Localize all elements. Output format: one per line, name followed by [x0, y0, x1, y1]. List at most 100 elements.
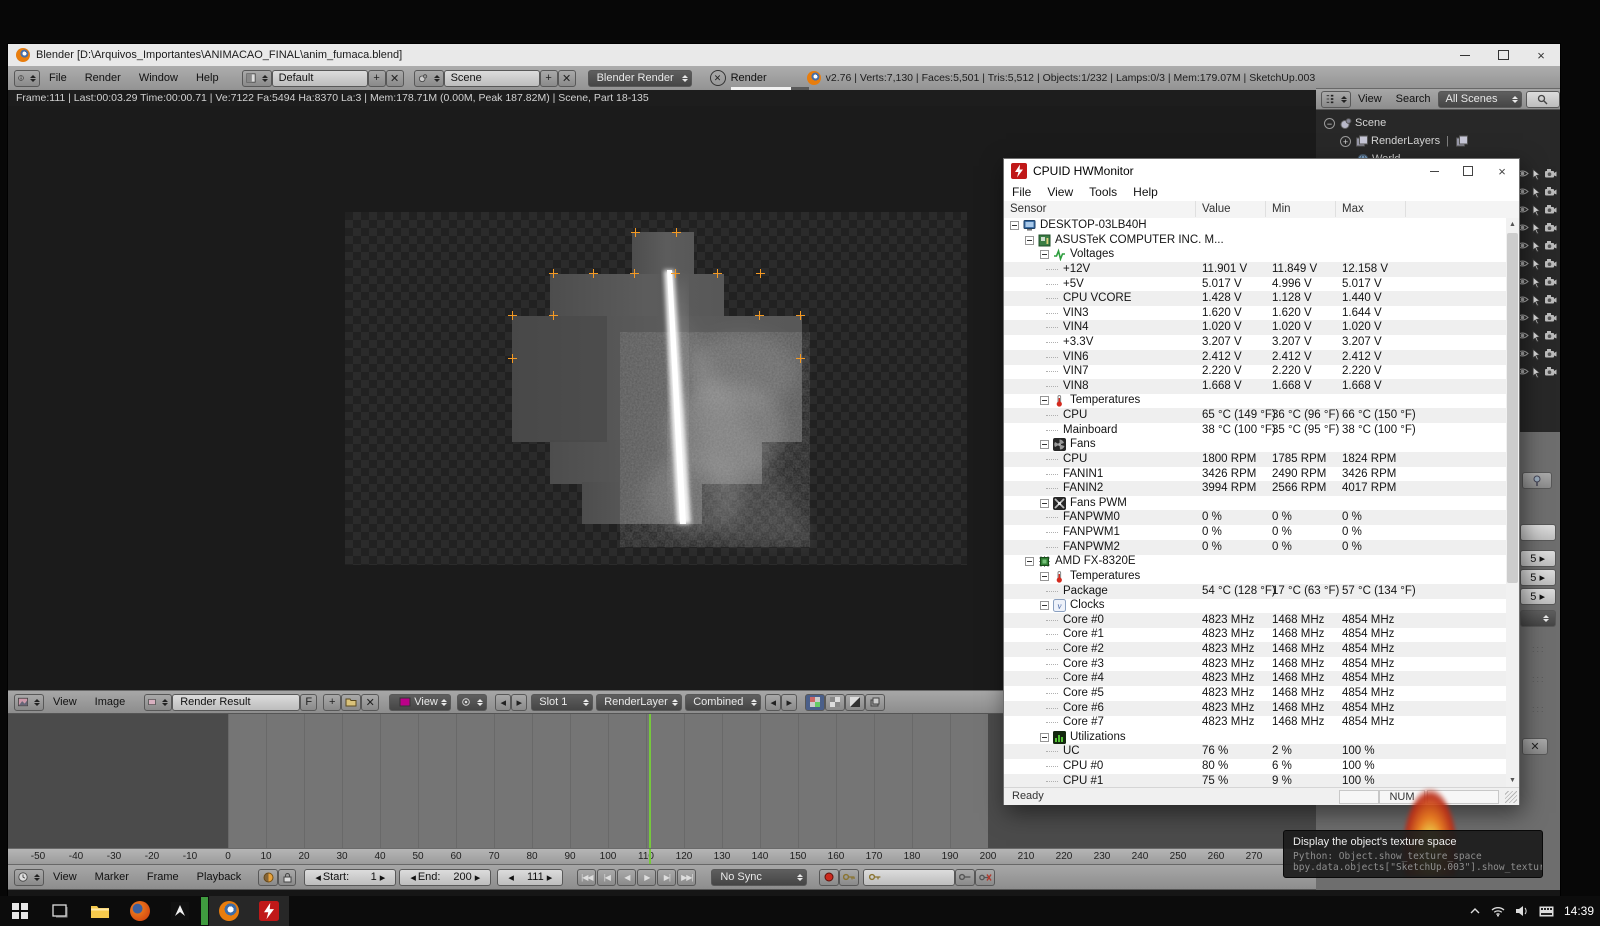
- column-sensor[interactable]: Sensor: [1004, 201, 1196, 217]
- render-pass-dropdown[interactable]: Combined: [685, 694, 761, 711]
- tree-expander-icon[interactable]: [1040, 601, 1049, 610]
- tree-expander-icon[interactable]: [1010, 221, 1019, 230]
- sensor-row[interactable]: AMD FX-8320E: [1004, 554, 1506, 569]
- render-layer-dropdown[interactable]: RenderLayer: [596, 694, 682, 711]
- menu-file[interactable]: File: [40, 66, 76, 90]
- scene-icon-button[interactable]: [414, 70, 444, 87]
- panel-grip[interactable]: :::: [1532, 674, 1546, 684]
- selectable-cursor-icon[interactable]: [1531, 222, 1542, 235]
- tl-menu-playback[interactable]: Playback: [188, 865, 251, 889]
- movie-maker-button[interactable]: [201, 897, 208, 925]
- channel-zbuffer-button[interactable]: [865, 694, 885, 711]
- selectable-cursor-icon[interactable]: [1531, 330, 1542, 343]
- tl-menu-marker[interactable]: Marker: [86, 865, 138, 889]
- play-button[interactable]: ▶: [637, 869, 656, 886]
- render-camera-icon[interactable]: [1544, 258, 1557, 271]
- selectable-cursor-icon[interactable]: [1531, 312, 1542, 325]
- next-keyframe-button[interactable]: ▶|: [657, 869, 676, 886]
- sync-mode-dropdown[interactable]: No Sync: [711, 869, 807, 886]
- size-x-field[interactable]: 5 ▸: [1520, 550, 1556, 567]
- sensor-row[interactable]: Core #14823 MHz1468 MHz4854 MHz: [1004, 627, 1506, 642]
- frame-end-field[interactable]: ◂End:200 ▸: [399, 869, 491, 886]
- sensor-row[interactable]: Temperatures: [1004, 569, 1506, 584]
- firefox-button[interactable]: [120, 896, 160, 926]
- new-image-button[interactable]: +: [323, 694, 341, 711]
- image-datablock-icon[interactable]: [144, 694, 172, 711]
- pin-id-button[interactable]: [1522, 472, 1552, 489]
- hwm-menu-tools[interactable]: Tools: [1081, 185, 1125, 199]
- hwm-minimize-button[interactable]: [1417, 159, 1451, 183]
- size-y-field[interactable]: 5 ▸: [1520, 569, 1556, 586]
- hwm-menu-file[interactable]: File: [1004, 185, 1039, 199]
- render-camera-icon[interactable]: [1544, 294, 1557, 307]
- panel-grip[interactable]: :::: [1532, 644, 1546, 654]
- sensor-row[interactable]: Core #64823 MHz1468 MHz4854 MHz: [1004, 701, 1506, 716]
- sensor-row[interactable]: FANIN23994 RPM2566 RPM4017 RPM: [1004, 481, 1506, 496]
- render-camera-icon[interactable]: [1544, 276, 1557, 289]
- next-slot-button[interactable]: ▸: [511, 694, 527, 711]
- resize-grip[interactable]: [1505, 791, 1517, 803]
- selectable-cursor-icon[interactable]: [1531, 294, 1542, 307]
- expand-icon[interactable]: +: [1340, 136, 1351, 147]
- channel-color-alpha-button[interactable]: [805, 694, 825, 711]
- open-image-button[interactable]: [341, 694, 361, 711]
- sensor-row[interactable]: +12V11.901 V11.849 V12.158 V: [1004, 262, 1506, 277]
- tree-expander-icon[interactable]: [1040, 440, 1049, 449]
- sensor-row[interactable]: Fans PWM: [1004, 496, 1506, 511]
- outliner-menu-view[interactable]: View: [1351, 87, 1389, 111]
- editor-type-info-button[interactable]: [14, 70, 40, 87]
- outliner-filter-dropdown[interactable]: All Scenes: [1438, 91, 1522, 108]
- tree-expander-icon[interactable]: [1025, 557, 1034, 566]
- image-menu-image[interactable]: Image: [86, 690, 135, 714]
- sensor-row[interactable]: +5V5.017 V4.996 V5.017 V: [1004, 277, 1506, 292]
- sensor-row[interactable]: FANPWM20 %0 %0 %: [1004, 540, 1506, 555]
- sensor-row[interactable]: CPU65 °C (149 °F)36 °C (96 °F)66 °C (150…: [1004, 408, 1506, 423]
- tray-expand-icon[interactable]: [1469, 906, 1481, 916]
- sensor-row[interactable]: Core #54823 MHz1468 MHz4854 MHz: [1004, 686, 1506, 701]
- timeline-ruler[interactable]: -50-40-30-20-100102030405060708090100110…: [8, 848, 1316, 865]
- hwm-menu-view[interactable]: View: [1039, 185, 1081, 199]
- hwmonitor-scrollbar[interactable]: ▲ ▼: [1506, 218, 1519, 787]
- screen-layout-field[interactable]: Default: [272, 70, 368, 87]
- tree-expander-icon[interactable]: [1025, 236, 1034, 245]
- sensor-row[interactable]: +3.3V3.207 V3.207 V3.207 V: [1004, 335, 1506, 350]
- sensor-row[interactable]: CPU #080 %6 %100 %: [1004, 759, 1506, 774]
- outliner-menu-search[interactable]: Search: [1389, 87, 1438, 111]
- hwm-maximize-button[interactable]: [1451, 159, 1485, 183]
- sensor-row[interactable]: DESKTOP-03LB40H: [1004, 218, 1506, 233]
- taskbar-clock[interactable]: 14:39: [1564, 904, 1594, 918]
- collapse-icon[interactable]: −: [1324, 118, 1335, 129]
- network-icon[interactable]: [1491, 905, 1505, 917]
- media-player-button[interactable]: [160, 896, 200, 926]
- volume-icon[interactable]: [1515, 905, 1529, 917]
- editor-type-outliner-button[interactable]: [1321, 91, 1351, 108]
- view-mode-dropdown[interactable]: View: [389, 694, 451, 711]
- selectable-cursor-icon[interactable]: [1531, 276, 1542, 289]
- channel-alpha-button[interactable]: [845, 694, 865, 711]
- tl-menu-frame[interactable]: Frame: [138, 865, 188, 889]
- delete-keyframe-button[interactable]: [975, 869, 995, 886]
- sensor-row[interactable]: Core #44823 MHz1468 MHz4854 MHz: [1004, 671, 1506, 686]
- sensor-row[interactable]: CPU1800 RPM1785 RPM1824 RPM: [1004, 452, 1506, 467]
- render-camera-icon[interactable]: [1544, 186, 1557, 199]
- menu-render[interactable]: Render: [76, 66, 130, 90]
- close-button[interactable]: ×: [1522, 44, 1560, 66]
- keying-mode-button[interactable]: [839, 869, 859, 886]
- sensor-row[interactable]: Mainboard38 °C (100 °F)35 °C (95 °F)38 °…: [1004, 423, 1506, 438]
- render-camera-icon[interactable]: [1544, 222, 1557, 235]
- next-pass-button[interactable]: ▸: [781, 694, 797, 711]
- selectable-cursor-icon[interactable]: [1531, 348, 1542, 361]
- hwm-close-button[interactable]: ×: [1485, 159, 1519, 183]
- unlink-image-button[interactable]: ✕: [361, 694, 379, 711]
- selectable-cursor-icon[interactable]: [1531, 366, 1542, 379]
- render-display-button[interactable]: [457, 694, 487, 711]
- sensor-row[interactable]: FANIN13426 RPM2490 RPM3426 RPM: [1004, 467, 1506, 482]
- panel-button-sliver[interactable]: [1520, 524, 1556, 541]
- insert-keyframe-button[interactable]: [955, 869, 975, 886]
- render-camera-icon[interactable]: [1544, 366, 1557, 379]
- prev-slot-button[interactable]: ◂: [495, 694, 511, 711]
- outliner-search-box[interactable]: [1526, 91, 1560, 108]
- render-camera-icon[interactable]: [1544, 312, 1557, 325]
- scene-field[interactable]: Scene: [444, 70, 540, 87]
- current-frame-field[interactable]: ◂111 ▸: [497, 869, 563, 886]
